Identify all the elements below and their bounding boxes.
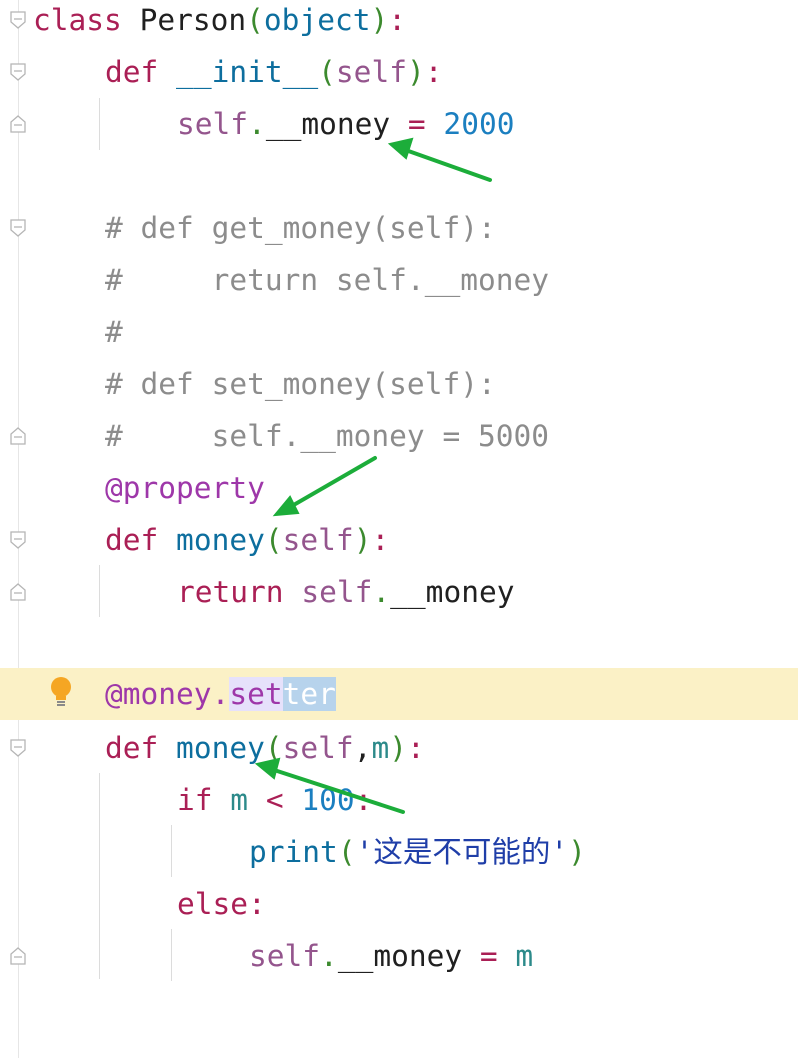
keyword: else <box>177 887 249 921</box>
code-line[interactable]: if m < 100: <box>0 780 798 832</box>
colon: : <box>388 3 407 37</box>
code-line[interactable]: def money(self): <box>0 520 798 572</box>
decorator-highlight: set <box>229 677 283 711</box>
dot: . <box>320 939 338 973</box>
paren: ( <box>246 3 264 37</box>
lightbulb-icon[interactable] <box>48 676 74 710</box>
comment: # def set_money(self): <box>105 367 496 401</box>
code-line[interactable]: class Person(object): <box>0 0 798 52</box>
dot: . <box>248 107 266 141</box>
keyword: def <box>105 55 159 89</box>
code-line[interactable]: # <box>0 312 798 364</box>
param: m <box>497 939 534 973</box>
code-editor[interactable]: class Person(object): def __init__(self)… <box>0 0 798 1058</box>
code-line[interactable]: # def set_money(self): <box>0 364 798 416</box>
keyword: class <box>33 3 122 37</box>
self-ref: self <box>177 107 249 141</box>
code-line[interactable]: # return self.__money <box>0 260 798 312</box>
colon: : <box>371 523 390 557</box>
operator: < <box>248 783 284 817</box>
function-name: money <box>158 731 265 765</box>
code-line[interactable]: # def get_money(self): <box>0 208 798 260</box>
paren: ( <box>337 835 356 869</box>
self-param: self <box>335 55 407 89</box>
base-class: object <box>263 3 371 37</box>
keyword: if <box>177 783 213 817</box>
colon: : <box>424 55 443 89</box>
code-line[interactable]: # self.__money = 5000 <box>0 416 798 468</box>
paren: ) <box>353 523 372 557</box>
keyword: def <box>105 731 159 765</box>
code-line[interactable]: self.__money = 2000 <box>0 104 798 156</box>
code-line[interactable]: else: <box>0 884 798 936</box>
builtin-print: print <box>249 835 338 869</box>
comment: # <box>105 315 123 349</box>
function-name: money <box>158 523 265 557</box>
code-line[interactable]: @property <box>0 468 798 520</box>
number: 100 <box>283 783 355 817</box>
code-line[interactable]: def __init__(self): <box>0 52 798 104</box>
paren: ) <box>406 55 425 89</box>
comment: # self.__money = 5000 <box>105 419 550 453</box>
paren: ) <box>370 3 389 37</box>
comment: # def get_money(self): <box>105 211 496 245</box>
paren: ( <box>264 731 283 765</box>
number: 2000 <box>425 107 515 141</box>
attribute: __money <box>337 939 480 973</box>
code-line[interactable]: self.__money = m <box>0 936 798 988</box>
param: m <box>371 731 390 765</box>
self-param: self <box>282 731 354 765</box>
self-param: self <box>282 523 354 557</box>
colon: : <box>354 783 373 817</box>
dot: . <box>372 575 391 609</box>
paren: ) <box>568 835 586 869</box>
attribute: __money <box>265 107 408 141</box>
self-ref: self <box>283 575 373 609</box>
operator: = <box>479 939 498 973</box>
code-line[interactable]: return self.__money <box>0 572 798 624</box>
paren: ( <box>318 55 336 89</box>
operator: = <box>407 107 426 141</box>
string-literal: '这是不可能的' <box>355 835 569 869</box>
decorator: @money. <box>105 677 230 711</box>
keyword: def <box>105 523 159 557</box>
colon: : <box>406 731 425 765</box>
attribute: __money <box>390 575 515 609</box>
colon: : <box>248 887 266 921</box>
current-line[interactable]: @money.setter <box>0 668 798 720</box>
self-ref: self <box>249 939 321 973</box>
param: m <box>212 783 249 817</box>
comment: # return self.__money <box>105 263 550 297</box>
decorator: @property <box>105 471 265 505</box>
code-line[interactable]: print('这是不可能的') <box>0 832 798 884</box>
function-name: __init__ <box>158 55 319 89</box>
code-line[interactable]: def money(self,m): <box>0 728 798 780</box>
paren: ( <box>264 523 283 557</box>
paren: ) <box>389 731 407 765</box>
comma: , <box>353 731 372 765</box>
decorator-selection: ter <box>282 677 336 711</box>
keyword: return <box>177 575 284 609</box>
class-name: Person <box>121 3 247 37</box>
